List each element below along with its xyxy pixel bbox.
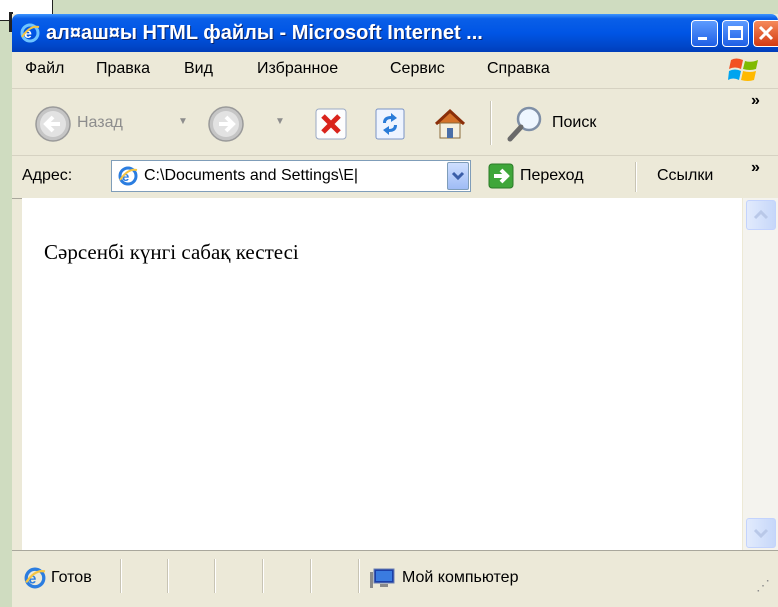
toolbar-overflow-chevron[interactable]: » <box>751 92 760 110</box>
scroll-up-button[interactable] <box>746 200 776 230</box>
title-bar[interactable]: e ал¤аш¤ы HTML файлы - Microsoft Interne… <box>12 14 778 52</box>
address-value: C:\Documents and Settings\E| <box>144 167 359 184</box>
home-icon[interactable] <box>432 106 468 142</box>
stop-icon[interactable] <box>314 107 348 141</box>
minimize-button[interactable] <box>691 20 718 47</box>
page-text: Сәрсенбі күнгі сабақ кестесі <box>44 240 299 264</box>
go-button-label[interactable]: Переход <box>520 167 584 185</box>
maximize-button[interactable] <box>722 20 749 47</box>
address-separator <box>635 162 637 192</box>
resize-grip[interactable]: ⋰ <box>756 577 770 594</box>
status-text: Готов <box>51 569 92 586</box>
menu-view[interactable]: Вид <box>184 60 213 78</box>
scroll-down-button[interactable] <box>746 518 776 548</box>
close-button[interactable] <box>753 20 778 47</box>
address-input[interactable]: e C:\Documents and Settings\E| <box>111 160 471 192</box>
status-separator <box>310 559 312 593</box>
links-overflow-chevron[interactable]: » <box>751 159 760 177</box>
minimize-icon <box>698 37 707 40</box>
my-computer-icon <box>370 568 395 588</box>
refresh-icon[interactable] <box>373 107 407 141</box>
address-dropdown-button[interactable] <box>447 162 469 190</box>
ie-status-icon: e <box>24 567 46 589</box>
chevron-up-icon <box>753 209 769 220</box>
status-separator <box>120 559 122 593</box>
go-arrow-icon[interactable] <box>488 163 514 189</box>
chevron-down-icon <box>451 171 465 181</box>
links-label[interactable]: Ссылки <box>657 167 713 185</box>
toolbar-separator <box>490 101 492 145</box>
forward-dropdown-icon[interactable]: ▼ <box>275 116 285 127</box>
forward-arrow-icon[interactable] <box>207 105 245 143</box>
search-button-label[interactable]: Поиск <box>552 114 596 132</box>
status-separator <box>214 559 216 593</box>
menu-bar: Файл Правка Вид Избранное Сервис Справка <box>12 52 778 89</box>
back-dropdown-icon[interactable]: ▼ <box>178 116 188 127</box>
close-icon <box>758 25 774 41</box>
back-button-label[interactable]: Назад <box>77 114 123 132</box>
search-icon[interactable] <box>506 104 546 144</box>
menu-edit[interactable]: Правка <box>96 60 150 78</box>
status-separator <box>262 559 264 593</box>
address-label: Адрес: <box>22 167 73 184</box>
vertical-scrollbar[interactable] <box>742 198 778 550</box>
windows-flag-icon <box>728 58 758 81</box>
status-zone-label: Мой компьютер <box>402 569 519 586</box>
window-title: ал¤аш¤ы HTML файлы - Microsoft Internet … <box>46 22 483 44</box>
menu-file[interactable]: Файл <box>25 60 64 78</box>
page-content: Сәрсенбі күнгі сабақ кестесі <box>22 198 742 550</box>
ie-page-icon: e <box>118 166 138 186</box>
maximize-icon <box>728 26 743 40</box>
chevron-down-icon <box>753 528 769 539</box>
status-bar: e Готов Мой компьютер ⋰ <box>12 550 778 607</box>
menu-favorites[interactable]: Избранное <box>257 60 338 78</box>
browser-window: e ал¤аш¤ы HTML файлы - Microsoft Interne… <box>12 14 778 607</box>
ie-icon: e <box>20 23 40 43</box>
slide-background <box>0 0 10 606</box>
menu-help[interactable]: Справка <box>487 60 550 78</box>
back-arrow-icon[interactable] <box>34 105 72 143</box>
menu-tools[interactable]: Сервис <box>390 60 445 78</box>
status-separator <box>358 559 360 593</box>
status-separator <box>167 559 169 593</box>
address-bar: Адрес: e C:\Documents and Settings\E| Пе… <box>12 156 778 199</box>
standard-toolbar: Назад ▼ ▼ Поиск » <box>12 89 778 156</box>
